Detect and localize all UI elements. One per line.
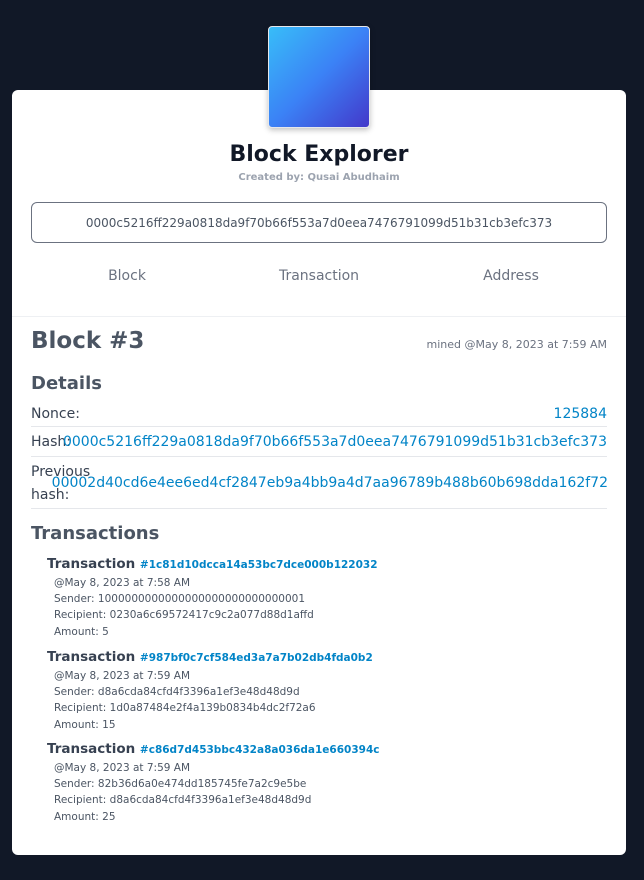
- transaction-header: Transaction #987bf0c7cf584ed3a7a7b02db4f…: [47, 649, 607, 665]
- tab-address[interactable]: Address: [415, 268, 607, 284]
- transaction-sender: Sender: d8a6cda84cfd4f3396a1ef3e48d48d9d: [54, 686, 300, 699]
- transaction-header: Transaction #1c81d10dcca14a53bc7dce000b1…: [47, 556, 607, 572]
- explorer-card: Block Explorer Created by: Qusai Abudhai…: [12, 90, 626, 855]
- transaction-item: Transaction #1c81d10dcca14a53bc7dce000b1…: [47, 556, 607, 640]
- transaction-recipient: Recipient: 1d0a87484e2f4a139b0834b4dc2f7…: [54, 702, 316, 715]
- nonce-value[interactable]: 125884: [554, 406, 607, 422]
- divider: [12, 316, 626, 317]
- transaction-sender: Sender: 82b36d6a0e474dd185745fe7a2c9e5be: [54, 778, 307, 791]
- transactions-heading: Transactions: [31, 523, 160, 544]
- mined-timestamp: mined @May 8, 2023 at 7:59 AM: [426, 338, 607, 351]
- author-credit: Created by: Qusai Abudhaim: [238, 172, 400, 183]
- transaction-header: Transaction #c86d7d453bbc432a8a036da1e66…: [47, 741, 607, 757]
- transaction-time: @May 8, 2023 at 7:59 AM: [54, 670, 191, 682]
- transaction-sender: Sender: 1000000000000000000000000000001: [54, 593, 306, 606]
- transaction-hash-link[interactable]: #c86d7d453bbc432a8a036da1e660394c: [140, 744, 380, 756]
- search-input[interactable]: [31, 202, 607, 243]
- tab-transaction[interactable]: Transaction: [223, 268, 415, 284]
- tab-block[interactable]: Block: [31, 268, 223, 284]
- block-title: Block #3: [31, 328, 145, 354]
- hash-row: Hash: 0000c5216ff229a0818da9f70b66f553a7…: [31, 427, 607, 457]
- tab-bar: Block Transaction Address: [31, 268, 607, 290]
- transaction-recipient: Recipient: 0230a6c69572417c9c2a077d88d1a…: [54, 609, 314, 622]
- page-title: Block Explorer: [229, 142, 409, 167]
- transaction-hash-link[interactable]: #987bf0c7cf584ed3a7a7b02db4fda0b2: [140, 652, 373, 664]
- nonce-row: Nonce: 125884: [31, 403, 607, 427]
- previous-hash-row: Previous hash: 00002d40cd6e4ee6ed4cf2847…: [31, 457, 608, 509]
- logo: [268, 26, 370, 128]
- previous-hash-value[interactable]: 00002d40cd6e4ee6ed4cf2847eb9a4bb9a4d7aa9…: [52, 475, 608, 491]
- transaction-item: Transaction #c86d7d453bbc432a8a036da1e66…: [47, 741, 607, 825]
- transaction-amount: Amount: 15: [54, 718, 116, 731]
- transaction-time: @May 8, 2023 at 7:59 AM: [54, 762, 191, 774]
- transaction-amount: Amount: 5: [54, 625, 109, 638]
- transaction-label: Transaction: [47, 556, 136, 572]
- nonce-label: Nonce:: [31, 406, 80, 422]
- transaction-amount: Amount: 25: [54, 810, 116, 823]
- transaction-label: Transaction: [47, 741, 136, 757]
- transaction-time: @May 8, 2023 at 7:58 AM: [54, 577, 191, 589]
- transaction-label: Transaction: [47, 649, 136, 665]
- details-heading: Details: [31, 373, 102, 394]
- transaction-item: Transaction #987bf0c7cf584ed3a7a7b02db4f…: [47, 649, 607, 733]
- transaction-hash-link[interactable]: #1c81d10dcca14a53bc7dce000b122032: [140, 559, 378, 571]
- transaction-recipient: Recipient: d8a6cda84cfd4f3396a1ef3e48d48…: [54, 794, 312, 807]
- hash-value[interactable]: 0000c5216ff229a0818da9f70b66f553a7d0eea7…: [63, 434, 607, 450]
